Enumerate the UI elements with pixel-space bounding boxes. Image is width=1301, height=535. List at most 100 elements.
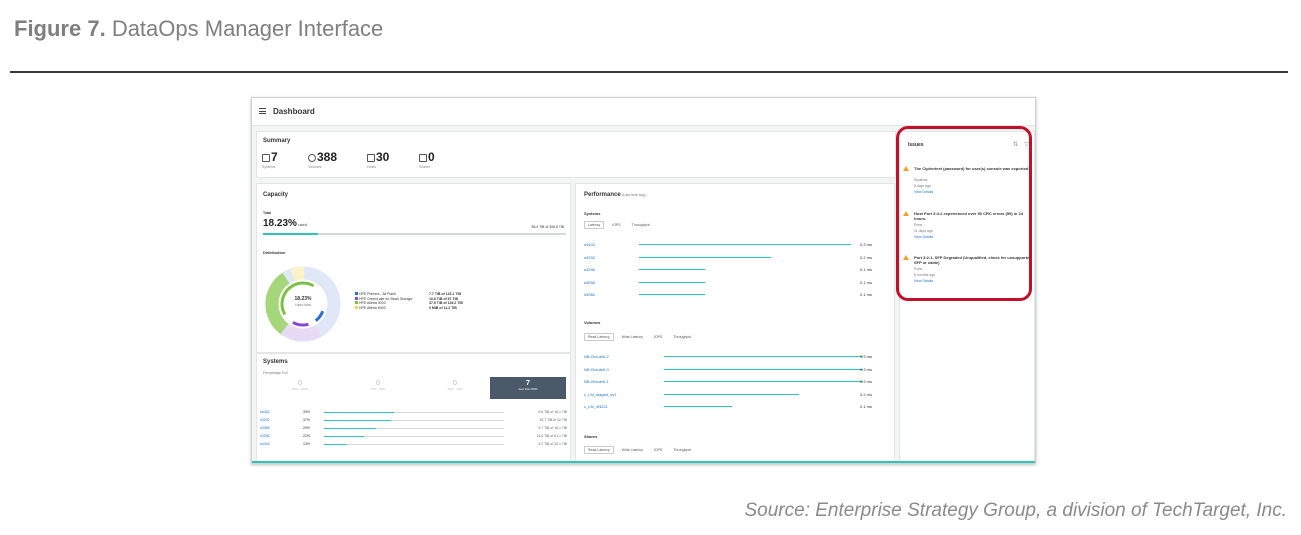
top-bar: Dashboard: [252, 98, 1035, 126]
tab-latency[interactable]: Latency: [584, 221, 605, 229]
distribution-label: Distribution: [263, 250, 286, 255]
perf-value: 0.3 ms: [859, 354, 872, 359]
systems-subtitle: Percentage Full: [263, 371, 288, 375]
distribution-legend: HPE Primera - All Flash 7.7 TiB of 123.1…: [355, 292, 555, 310]
perf-item-name[interactable]: NB-Ora-drill-1: [584, 379, 609, 384]
list-item[interactable]: NB-Ora-drill-1 0.3 ms: [584, 379, 872, 385]
capacity-used: 18.23% used: [263, 218, 307, 229]
performance-card: Performance (Last hour avg) Systems Late…: [575, 183, 895, 463]
caption-divider: [10, 71, 1288, 73]
figure-label: Figure 7.: [14, 16, 106, 41]
system-name[interactable]: s3292: [260, 418, 270, 422]
bucket-90-100[interactable]: 0 90% - 100%: [262, 377, 338, 399]
perf-item-name[interactable]: NB-Ora-drill-0: [584, 367, 609, 372]
tab-iops[interactable]: IOPS: [609, 222, 623, 228]
perf-bar: [664, 381, 863, 382]
list-item[interactable]: NB-Ora-drill-2 0.3 ms: [584, 354, 872, 360]
perf-value: 0.1 ms: [859, 267, 872, 272]
perf-bar: [664, 356, 863, 357]
legend-swatch: [355, 301, 358, 304]
perf-volumes-tabs: Read Latency Write Latency IOPS Throughput: [584, 333, 699, 341]
bottom-accent: [252, 461, 1035, 463]
tab-iops[interactable]: IOPS: [651, 447, 665, 453]
perf-item-name[interactable]: s3292: [584, 255, 595, 260]
perf-item-name[interactable]: s4433: [584, 242, 595, 247]
system-percent: 22%: [303, 434, 311, 438]
system-bar-fill: [324, 420, 391, 421]
hamburger-menu-icon[interactable]: [259, 108, 266, 114]
summary-card: Summary: [256, 131, 896, 178]
list-item[interactable]: s3058 0.1 ms: [584, 280, 872, 286]
system-name[interactable]: s6432: [260, 410, 270, 414]
perf-value: 0.1 ms: [859, 292, 872, 297]
perf-value: 0.3 ms: [859, 366, 872, 372]
list-item[interactable]: s3060 0.1 ms: [584, 292, 872, 298]
system-bar: [324, 428, 504, 429]
stat-systems[interactable]: 7 Systems: [262, 150, 278, 169]
table-row[interactable]: s6432 39% 6.6 TiB of 16.1 TiB: [260, 410, 567, 417]
system-name[interactable]: s3296: [260, 434, 270, 438]
system-percent: 29%: [303, 426, 311, 430]
perf-item-name[interactable]: c_LM_4N021: [584, 404, 608, 409]
system-percent: 13%: [303, 442, 311, 446]
dashboard-screenshot: Dashboard Summary 7 Systems 388 Volumes …: [251, 97, 1036, 464]
capacity-bar-fill: [263, 233, 319, 235]
system-name[interactable]: s4433: [260, 442, 270, 446]
bucket-75-89[interactable]: 0 75% - 89%: [340, 377, 416, 399]
perf-shares-tabs: Read Latency Write Latency IOPS Throughput: [584, 446, 699, 454]
perf-bar: [664, 393, 800, 395]
table-row[interactable]: s3296 22% 13.6 TiB of 61.1 TiB: [260, 434, 567, 441]
system-capacity: 13.6 TiB of 61.1 TiB: [536, 434, 567, 438]
perf-item-name[interactable]: s3060: [584, 292, 595, 297]
perf-value: 0.3 ms: [859, 242, 872, 247]
list-item[interactable]: NB-Ora-drill-0 0.3 ms: [584, 367, 872, 373]
perf-bar: [639, 244, 851, 245]
shares-icon: [419, 154, 427, 162]
donut-center-value: 18.23%: [294, 296, 312, 302]
figure-caption: Figure 7. DataOps Manager Interface: [14, 16, 383, 42]
capacity-total-label: Total: [263, 211, 272, 215]
tab-throughput[interactable]: Throughput: [670, 447, 694, 453]
list-item[interactable]: c_LM_4N021 0.1 ms: [584, 404, 872, 410]
bucket-less-than-50[interactable]: 7 less than 50%: [490, 377, 566, 399]
tab-throughput[interactable]: Throughput: [670, 334, 694, 340]
perf-value: 0.3 ms: [859, 379, 872, 384]
list-item[interactable]: s3292 0.2 ms: [584, 255, 872, 261]
stat-shares[interactable]: 0 Shares: [419, 150, 435, 169]
perf-value: 0.2 ms: [859, 391, 872, 397]
perf-value: 0.2 ms: [859, 254, 872, 260]
tab-read-latency[interactable]: Read Latency: [584, 446, 614, 454]
donut-center-label: Used total: [295, 303, 311, 307]
list-item[interactable]: s4433 0.3 ms: [584, 242, 872, 248]
list-item[interactable]: c_LM_staged_sv1 0.2 ms: [584, 392, 872, 398]
tab-read-latency[interactable]: Read Latency: [584, 333, 614, 341]
tab-throughput[interactable]: Throughput: [629, 222, 653, 228]
system-bar-fill: [324, 436, 364, 437]
performance-title: Performance (Last hour avg): [584, 192, 646, 198]
stat-volumes[interactable]: 388 Volumes: [308, 150, 337, 169]
tab-write-latency[interactable]: Write Latency: [619, 334, 646, 340]
table-row[interactable]: s3292 37% 15.7 TiB of 42 TiB: [260, 418, 567, 425]
perf-value: 0.1 ms: [859, 279, 872, 285]
volumes-icon: [308, 154, 316, 162]
stat-hosts[interactable]: 30 Hosts: [367, 150, 389, 169]
perf-item-name[interactable]: NB-Ora-drill-2: [584, 354, 609, 359]
hosts-icon: [367, 154, 375, 162]
tab-write-latency[interactable]: Write Latency: [619, 447, 646, 453]
perf-bar: [639, 294, 705, 295]
system-bar: [324, 420, 504, 421]
system-bar-fill: [324, 444, 348, 445]
perf-item-name[interactable]: s3058: [584, 280, 595, 285]
perf-item-name[interactable]: c_LM_staged_sv1: [584, 392, 616, 397]
list-item[interactable]: s3296 0.1 ms: [584, 267, 872, 273]
bucket-50-74[interactable]: 0 50% - 74%: [417, 377, 493, 399]
table-row[interactable]: s3058 29% 4.7 TiB of 16.1 TiB: [260, 426, 567, 433]
system-name[interactable]: s3058: [260, 426, 270, 430]
figure-title: DataOps Manager Interface: [111, 16, 384, 41]
table-row[interactable]: s4433 13% 4.2 TiB of 33.1 TiB: [260, 442, 567, 449]
perf-volumes-title: Volumes: [584, 320, 601, 325]
perf-bar: [639, 256, 771, 258]
perf-item-name[interactable]: s3296: [584, 267, 595, 272]
system-bar-fill: [324, 428, 377, 429]
tab-iops[interactable]: IOPS: [651, 334, 665, 340]
